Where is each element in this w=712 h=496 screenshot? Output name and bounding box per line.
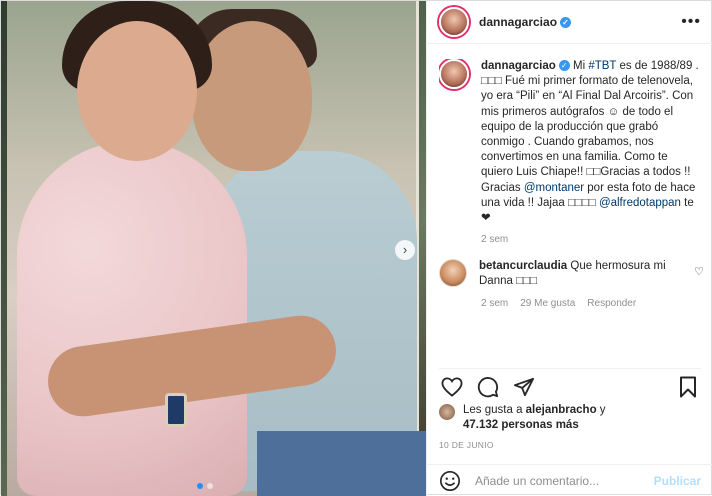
carousel-dot [207, 483, 213, 489]
header-username[interactable]: dannagarciao ✓ [479, 15, 572, 29]
post-date[interactable]: 10 DE JUNIO [439, 440, 494, 450]
caption-body: Mi #TBT es de 1988/89 . □□□ Fué mi prime… [481, 60, 699, 224]
post-sidebar: dannagarciao ✓ ••• dannagarciao ✓ Mi #TBT … [426, 1, 712, 496]
chevron-right-icon[interactable]: › [395, 240, 415, 260]
header-username-text[interactable]: dannagarciao [479, 15, 557, 29]
caption-link[interactable]: @alfredotappan [599, 197, 681, 209]
likes-prefix: Les gusta a [463, 404, 526, 416]
comment-box: Publicar [427, 464, 712, 496]
carousel-dots [197, 483, 213, 489]
likes-count[interactable]: 47.132 personas más [463, 419, 579, 431]
emoji-icon[interactable] [439, 470, 461, 492]
caption-text-part: es de 1988/89 . □□□ Fué mi primer format… [481, 60, 699, 194]
comment-icon[interactable] [475, 375, 501, 399]
caption-text: dannagarciao ✓ Mi #TBT es de 1988/89 . □□… [481, 59, 701, 226]
caption-meta: 2 sem [481, 234, 704, 245]
caption-time[interactable]: 2 sem [481, 234, 508, 245]
photo-watch [165, 393, 187, 427]
comment-row: betancurclaudia Que hermosura mi Danna □… [439, 259, 704, 289]
caption-link[interactable]: @montaner [524, 182, 584, 194]
photo-girl-dress [17, 141, 247, 496]
publish-button[interactable]: Publicar [654, 474, 701, 488]
caption-avatar[interactable] [439, 59, 469, 89]
comment-text: betancurclaudia Que hermosura mi Danna □… [479, 259, 679, 289]
comment-like-heart-icon[interactable]: ♡ [694, 265, 704, 278]
comment-avatar[interactable] [439, 259, 467, 288]
comment-time[interactable]: 2 sem [481, 298, 508, 309]
comment-input[interactable] [475, 473, 654, 488]
liker-avatar[interactable] [439, 404, 455, 420]
comment-likes[interactable]: 29 Me gusta [520, 298, 575, 309]
more-options-icon[interactable]: ••• [681, 13, 701, 31]
likes-text: Les gusta a alejanbracho y 47.132 person… [463, 403, 606, 433]
avatar[interactable] [439, 7, 469, 37]
verified-badge-icon: ✓ [560, 17, 572, 29]
caption-username[interactable]: dannagarciao [481, 60, 556, 72]
post-media[interactable]: › [1, 1, 426, 496]
photo-jeans [257, 431, 426, 496]
comment-reply[interactable]: Responder [587, 298, 636, 309]
likes-mid: y [596, 404, 606, 416]
comments-section: dannagarciao ✓ Mi #TBT es de 1988/89 . □□… [439, 59, 704, 359]
bookmark-icon[interactable] [675, 375, 701, 399]
comment-meta: 2 sem 29 Me gusta Responder [481, 298, 704, 309]
likes-user[interactable]: alejanbracho [526, 404, 597, 416]
heart-icon[interactable] [439, 375, 465, 399]
photo-girl-head [77, 21, 197, 161]
caption-link[interactable]: #TBT [588, 60, 616, 72]
post-photo [7, 1, 426, 496]
caption-text-part: Mi [572, 60, 589, 72]
instagram-post: › dannagarciao ✓ ••• dannagarciao ✓ Mi #TB… [0, 0, 712, 496]
caption-row: dannagarciao ✓ Mi #TBT es de 1988/89 . □□… [439, 59, 704, 226]
comment-username[interactable]: betancurclaudia [479, 260, 567, 272]
post-header: dannagarciao ✓ ••• [427, 1, 712, 44]
share-icon[interactable] [511, 375, 537, 399]
likes-summary: Les gusta a alejanbracho y 47.132 person… [439, 403, 701, 433]
action-bar [439, 368, 701, 398]
photo-man-head [192, 21, 312, 171]
verified-badge-icon: ✓ [558, 60, 570, 72]
carousel-dot-active [197, 483, 203, 489]
